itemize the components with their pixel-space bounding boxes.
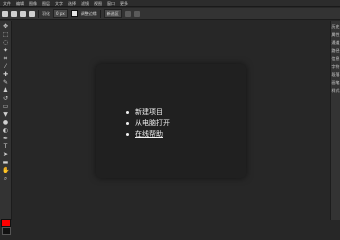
new-project-item[interactable]: 新建项目 [126,107,170,118]
divider [38,9,39,18]
panel-paragraph-tab[interactable]: 段落 [332,72,340,77]
menu-window[interactable]: 窗口 [107,0,115,7]
type-tool-icon[interactable]: T [2,144,9,150]
bullet-icon [126,122,129,125]
start-dialog: 新建项目 从电脑打开 在线帮助 [96,64,246,178]
shape-tool-icon[interactable]: ▬ [2,160,9,166]
blur-tool-icon[interactable]: ● [2,120,9,126]
marquee-tool-icon[interactable]: ⬚ [2,32,9,38]
menu-bar: 文件 编辑 图像 图层 文字 选择 滤镜 视图 窗口 更多 [0,0,340,7]
panel-info-tab[interactable]: 信息 [332,56,340,61]
bullet-icon [126,111,129,114]
online-help-link[interactable]: 在线帮助 [135,129,163,140]
intersect-selection-icon[interactable] [29,10,35,17]
subtract-selection-icon[interactable] [20,10,26,17]
menu-filter[interactable]: 滤镜 [81,0,89,7]
move-tool-icon[interactable]: ✥ [2,24,9,30]
panel-channels-tab[interactable]: 通道 [332,40,340,45]
online-help-item[interactable]: 在线帮助 [126,129,170,140]
new-project-link[interactable]: 新建项目 [135,107,163,118]
divider [99,9,101,18]
eyedropper-tool-icon[interactable]: ⁄ [2,64,9,70]
anti-alias-checkbox[interactable] [70,10,78,17]
right-panel: 历史 属性 通道 路径 信息 字符 段落 画笔 样式 [330,21,340,220]
menu-text[interactable]: 文字 [55,0,63,7]
paint-bucket-tool-icon[interactable]: ▼ [2,112,9,118]
path-select-tool-icon[interactable]: ➤ [2,152,9,158]
hand-tool-icon[interactable]: ✋ [2,168,9,174]
panel-properties-tab[interactable]: 属性 [332,32,340,37]
menu-file[interactable]: 文件 [3,0,11,7]
tools-panel: ✥ ⬚ ◌ ✦ ⌗ ⁄ ✚ ✎ ♟ ↺ ▭ ▼ ● ◐ ✒ T ➤ ▬ ✋ ⌕ [0,21,12,235]
options-bar: 羽化 0 px 调整边缘 新选区 [0,8,340,20]
menu-select[interactable]: 选择 [68,0,76,7]
foreground-color-swatch[interactable] [1,219,11,227]
magic-wand-tool-icon[interactable]: ✦ [2,48,9,54]
feather-label: 羽化 [42,10,50,16]
panel-character-tab[interactable]: 字符 [332,64,340,69]
open-from-computer-item[interactable]: 从电脑打开 [126,118,170,129]
background-color-swatch[interactable] [2,227,11,235]
mode-select[interactable]: 新选区 [103,9,122,18]
width-input[interactable] [124,10,131,17]
crop-tool-icon[interactable]: ⌗ [2,56,9,62]
refine-edge-button[interactable]: 调整边缘 [81,11,97,17]
brush-tool-icon[interactable]: ✎ [2,80,9,86]
height-input[interactable] [133,10,140,17]
panel-brush-tab[interactable]: 画笔 [332,80,340,85]
healing-tool-icon[interactable]: ✚ [2,72,9,78]
feather-input[interactable]: 0 px [53,9,68,18]
clone-stamp-tool-icon[interactable]: ♟ [2,88,9,94]
add-selection-icon[interactable] [11,10,17,17]
lasso-tool-icon[interactable]: ◌ [2,40,9,46]
menu-view[interactable]: 视图 [94,0,102,7]
eraser-tool-icon[interactable]: ▭ [2,104,9,110]
open-from-computer-link[interactable]: 从电脑打开 [135,118,170,129]
panel-paths-tab[interactable]: 路径 [332,48,340,53]
menu-image[interactable]: 图像 [29,0,37,7]
panel-styles-tab[interactable]: 样式 [332,88,340,93]
pen-tool-icon[interactable]: ✒ [2,136,9,142]
new-selection-icon[interactable] [2,10,8,17]
history-brush-tool-icon[interactable]: ↺ [2,96,9,102]
bullet-icon [126,133,129,136]
menu-edit[interactable]: 编辑 [16,0,24,7]
menu-more[interactable]: 更多 [120,0,128,7]
zoom-tool-icon[interactable]: ⌕ [2,176,9,182]
menu-layer[interactable]: 图层 [42,0,50,7]
start-menu-list: 新建项目 从电脑打开 在线帮助 [126,107,170,140]
panel-history-tab[interactable]: 历史 [332,24,340,29]
dodge-tool-icon[interactable]: ◐ [2,128,9,134]
